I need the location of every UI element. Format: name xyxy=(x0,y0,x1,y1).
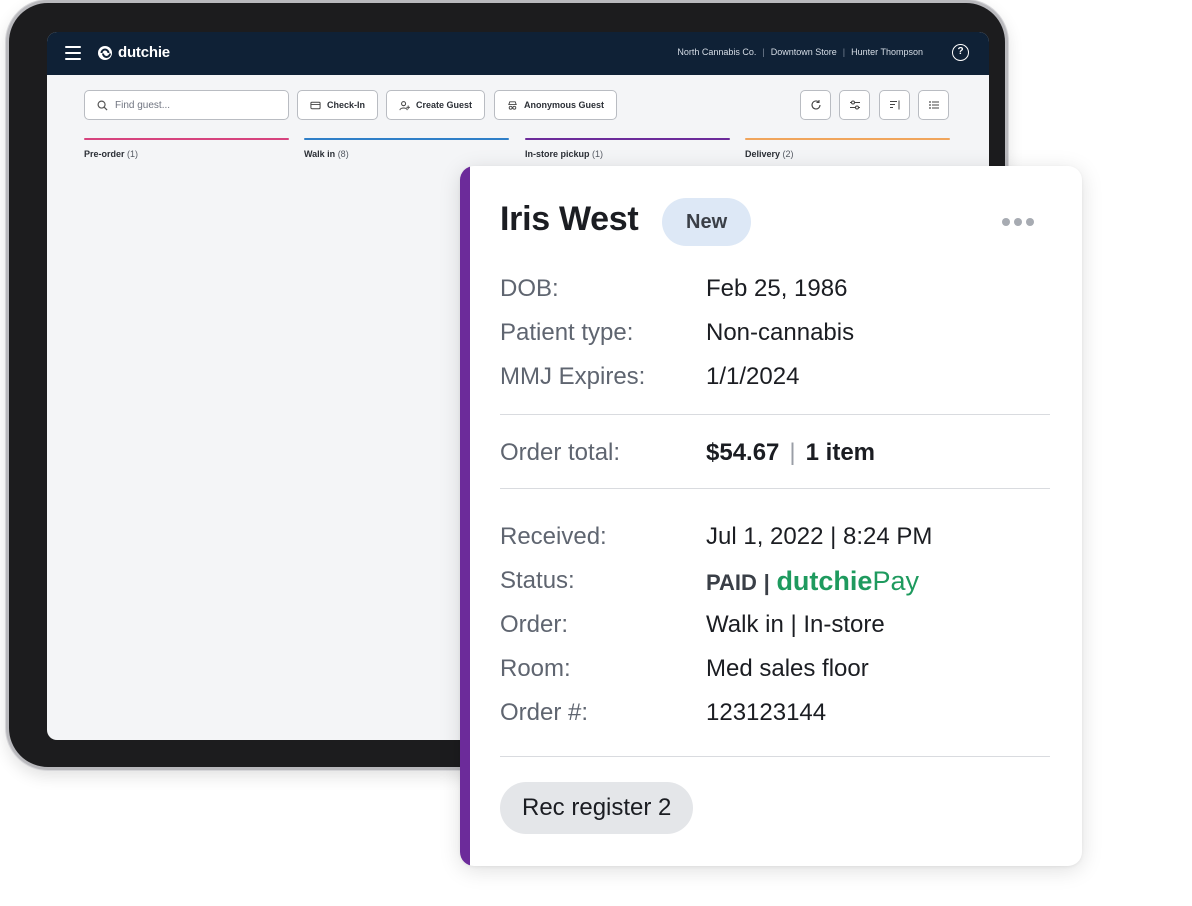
patient-type-label: Patient type: xyxy=(500,319,634,346)
company-name[interactable]: North Cannabis Co. xyxy=(677,47,756,57)
column-accent-bar xyxy=(304,138,509,140)
card-accent-bar xyxy=(460,166,470,866)
anonymous-guest-button[interactable]: Anonymous Guest xyxy=(494,90,618,120)
toolbar: Check-In Create Guest Anonymous Guest xyxy=(84,90,950,120)
paid-text: PAID xyxy=(706,570,757,595)
mmj-label: MMJ Expires: xyxy=(500,363,646,390)
store-name[interactable]: Downtown Store xyxy=(771,47,837,57)
filter-sliders-icon xyxy=(849,100,860,110)
menu-icon[interactable] xyxy=(65,46,81,60)
status-value: PAID | dutchiePay xyxy=(706,566,919,598)
dutchie-pay-logo: dutchiePay xyxy=(776,566,919,596)
add-user-icon xyxy=(399,100,410,110)
column-walk-in[interactable]: Walk in (8) xyxy=(304,138,509,159)
order-card[interactable]: Iris West New DOB: Feb 25, 1986 Patient … xyxy=(460,166,1082,866)
mmj-value: 1/1/2024 xyxy=(706,363,800,390)
column-pre-order[interactable]: Pre-order (1) xyxy=(84,138,289,159)
customer-name: Iris West xyxy=(500,200,639,238)
list-view-button[interactable] xyxy=(918,90,949,120)
refresh-icon xyxy=(810,100,821,110)
filter-button[interactable] xyxy=(839,90,870,120)
status-label: Status: xyxy=(500,567,575,594)
anonymous-icon xyxy=(508,100,517,110)
column-title: In-store pickup (1) xyxy=(525,149,604,159)
status-badge: New xyxy=(662,198,752,246)
patient-type-value: Non-cannabis xyxy=(706,319,855,346)
more-options-icon[interactable] xyxy=(1002,218,1034,226)
separator: | xyxy=(763,570,770,595)
room-label: Room: xyxy=(500,655,571,682)
brand-logo[interactable]: dutchie xyxy=(97,44,170,61)
divider xyxy=(500,414,1050,415)
search-icon xyxy=(97,100,108,111)
checkin-label: Check-In xyxy=(327,100,366,110)
received-value: Jul 1, 2022 | 8:24 PM xyxy=(706,523,933,550)
separator: | xyxy=(789,439,796,466)
column-accent-bar xyxy=(745,138,950,140)
order-number-label: Order #: xyxy=(500,699,589,726)
id-card-icon xyxy=(310,101,321,109)
order-value: Walk in | In-store xyxy=(706,611,885,638)
create-guest-button[interactable]: Create Guest xyxy=(386,90,486,120)
dob-value: Feb 25, 1986 xyxy=(706,275,848,302)
column-accent-bar xyxy=(525,138,730,140)
register-chip[interactable]: Rec register 2 xyxy=(500,782,694,834)
separator: | xyxy=(762,47,765,57)
order-number-value: 123123144 xyxy=(706,699,827,726)
create-guest-label: Create Guest xyxy=(416,100,473,110)
order-label: Order: xyxy=(500,611,569,638)
room-value: Med sales floor xyxy=(706,655,869,682)
search-box[interactable] xyxy=(84,90,289,120)
received-label: Received: xyxy=(500,523,607,550)
order-total-value: $54.67 | 1 item xyxy=(706,438,875,468)
refresh-button[interactable] xyxy=(800,90,831,120)
column-title: Pre-order (1) xyxy=(84,149,139,159)
help-icon[interactable]: ? xyxy=(952,44,969,61)
sort-button[interactable] xyxy=(879,90,910,120)
separator: | xyxy=(842,47,846,57)
user-name[interactable]: Hunter Thompson xyxy=(851,47,923,57)
column-accent-bar xyxy=(84,138,289,140)
top-bar: dutchie North Cannabis Co. | Downtown St… xyxy=(47,32,989,75)
divider xyxy=(500,756,1050,757)
checkin-button[interactable]: Check-In xyxy=(297,90,379,120)
brand-name: dutchie xyxy=(118,44,170,61)
column-in-store-pickup[interactable]: In-store pickup (1) xyxy=(525,138,730,159)
order-total-amount: $54.67 xyxy=(706,439,780,466)
anonymous-guest-label: Anonymous Guest xyxy=(524,100,605,110)
location-info: North Cannabis Co. | Downtown Store | Hu… xyxy=(677,47,923,57)
column-title: Delivery (2) xyxy=(745,149,794,159)
dutchie-logo-icon xyxy=(98,45,112,60)
search-input[interactable] xyxy=(115,99,275,111)
list-view-icon xyxy=(928,101,939,109)
divider xyxy=(500,488,1050,489)
sort-icon xyxy=(889,100,899,110)
item-count: 1 item xyxy=(805,439,876,466)
order-total-label: Order total: xyxy=(500,439,621,466)
column-title: Walk in (8) xyxy=(304,149,349,159)
dob-label: DOB: xyxy=(500,275,559,302)
column-delivery[interactable]: Delivery (2) xyxy=(745,138,950,159)
